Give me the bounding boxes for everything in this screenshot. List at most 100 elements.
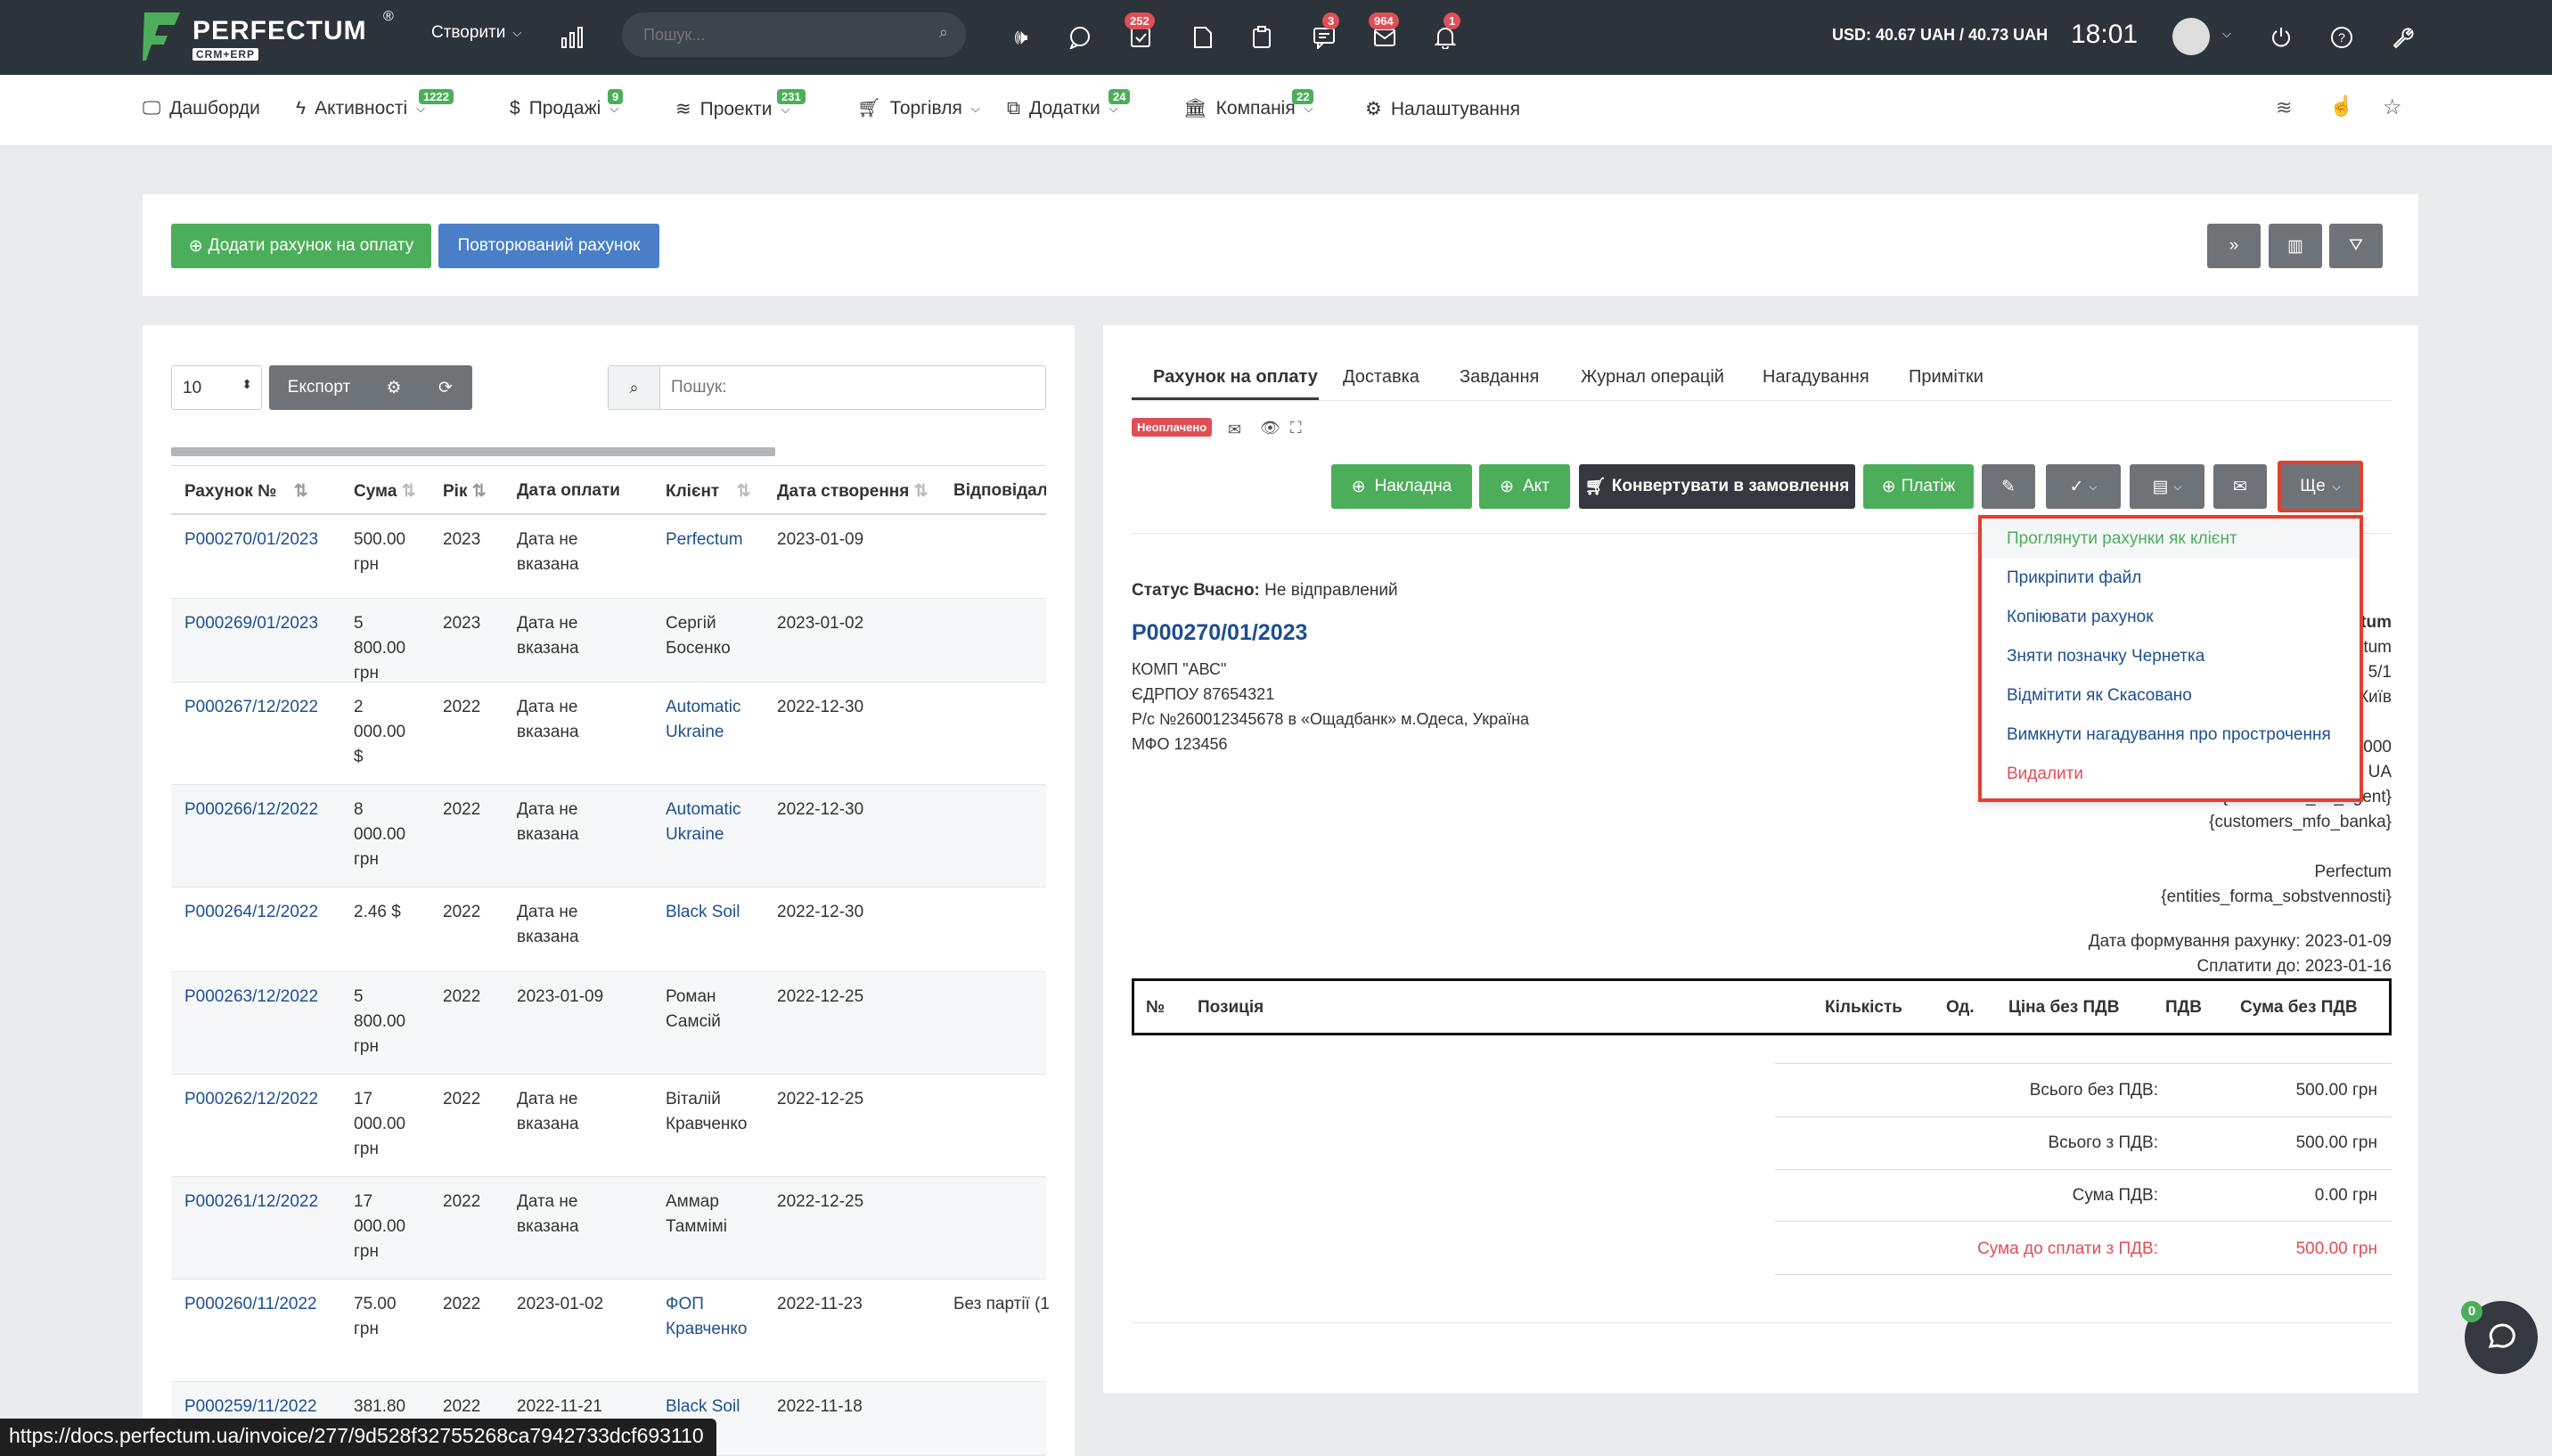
menu-mark-cancelled[interactable]: Відмітити як Скасовано: [2007, 686, 2192, 706]
invoice-number[interactable]: P000270/01/2023: [1132, 620, 1307, 646]
bar-chart-icon[interactable]: [558, 23, 586, 52]
tab-notes[interactable]: Примітки: [1909, 367, 1984, 388]
list-settings-button[interactable]: ⚙: [369, 365, 419, 410]
clipboard-icon[interactable]: [1247, 23, 1276, 52]
col-client[interactable]: Клієнт ⇅: [666, 481, 750, 502]
invoice-client-line: Ukraine: [666, 825, 724, 844]
logo-sub: CRM+ERP: [192, 48, 259, 61]
menu-copy-invoice[interactable]: Копіювати рахунок: [2007, 608, 2154, 627]
tabs-divider: [1132, 400, 2392, 401]
invoice-number-link[interactable]: P000269/01/2023: [184, 611, 318, 636]
invoice-paid-date-line: Дата не: [517, 530, 578, 549]
totals-line-3: [1775, 1221, 2392, 1222]
help-icon[interactable]: ?: [2327, 23, 2356, 52]
nav-trade[interactable]: 🛒︎ Торгівля ⌵: [857, 98, 980, 119]
invoice-client[interactable]: Black Soil: [666, 1395, 740, 1419]
logo[interactable]: PERFECTUM ® CRM+ERP: [143, 9, 401, 64]
payment-button[interactable]: ⊕ Платіж: [1863, 464, 1974, 509]
fullscreen-icon[interactable]: ⛶: [1290, 419, 1302, 438]
more-button[interactable]: Ще ⌵: [2278, 461, 2363, 512]
copy-icon: ⧉: [1007, 98, 1020, 119]
waybill-button[interactable]: ⊕ Накладна: [1331, 464, 1472, 509]
user-chevron-down-icon[interactable]: ⌵: [2222, 27, 2231, 41]
tab-tasks[interactable]: Завдання: [1460, 367, 1539, 388]
tab-delivery[interactable]: Доставка: [1343, 367, 1419, 388]
global-search[interactable]: ⌕: [622, 12, 966, 57]
nav-projects[interactable]: ≋ Проекти ⌵: [675, 98, 789, 120]
col-year[interactable]: Рік ⇅: [443, 481, 487, 502]
menu-unmark-draft[interactable]: Зняти позначку Чернетка: [2007, 647, 2204, 667]
global-search-input[interactable]: [643, 21, 911, 48]
export-button[interactable]: Експорт: [269, 365, 369, 410]
invoice-number-link[interactable]: P000261/12/2022: [184, 1190, 318, 1215]
invoice-number-link[interactable]: P000262/12/2022: [184, 1087, 318, 1112]
invoice-client[interactable]: Perfectum: [666, 528, 743, 552]
invoice-sum-line: 381.80: [354, 1397, 406, 1416]
announcement-icon[interactable]: 🕪: [1007, 23, 1035, 52]
act-button[interactable]: ⊕ Акт: [1479, 464, 1570, 509]
invoice-client[interactable]: Automatic Ukraine: [666, 695, 740, 745]
page-size-select[interactable]: 10 ⬍: [171, 365, 262, 410]
nav-dashboards[interactable]: 🖵 Дашборди: [143, 98, 260, 119]
nav-settings-label: Налаштування: [1390, 98, 1520, 119]
invoice-number-link[interactable]: P000266/12/2022: [184, 798, 318, 822]
horizontal-scrollbar[interactable]: [171, 447, 775, 456]
invoice-client[interactable]: Black Soil: [666, 900, 740, 925]
invoice-sum-line: 500.00: [354, 530, 406, 549]
wrench-icon[interactable]: [2388, 23, 2417, 52]
envelope-icon[interactable]: ✉: [1228, 421, 1241, 439]
tab-operations-log[interactable]: Журнал операцій: [1581, 367, 1724, 388]
invoice-number-link[interactable]: P000263/12/2022: [184, 985, 318, 1010]
document-icon[interactable]: [1189, 23, 1217, 52]
sort-icon: ⇅: [471, 482, 487, 501]
edit-button[interactable]: ✎: [1982, 464, 2035, 509]
eye-icon[interactable]: 👁︎: [1260, 419, 1280, 438]
nav-sales[interactable]: $ Продажі ⌵: [510, 98, 618, 119]
create-menu[interactable]: Створити ⌵: [431, 23, 521, 43]
invoice-paid-date-line: Дата не: [517, 800, 578, 819]
invoice-client[interactable]: Automatic Ukraine: [666, 798, 740, 847]
stats-button[interactable]: ▥: [2269, 224, 2322, 268]
col-invoice-number[interactable]: Рахунок № ⇅: [184, 481, 308, 502]
hand-icon[interactable]: ☝: [2329, 94, 2353, 118]
seller-line-partial-7: {customers_mfo_banka}: [2209, 813, 2392, 831]
col-responsible[interactable]: Відповідальн: [953, 481, 1046, 501]
convert-to-order-button[interactable]: 🛒︎ Конвертувати в замовлення: [1579, 464, 1855, 509]
list-search[interactable]: ⌕: [608, 365, 1046, 410]
col-sum[interactable]: Сума ⇅: [354, 481, 416, 502]
power-icon[interactable]: [2267, 23, 2295, 52]
pdf-dropdown-button[interactable]: ▤ ⌵: [2130, 464, 2204, 509]
email-button[interactable]: ✉: [2213, 464, 2267, 509]
invoice-number-link[interactable]: P000270/01/2023: [184, 528, 318, 552]
invoice-client-line: Віталій: [666, 1090, 721, 1108]
col-paid-date[interactable]: Дата оплати: [517, 481, 620, 501]
invoice-number-link[interactable]: P000260/11/2022: [184, 1292, 317, 1317]
tab-invoice[interactable]: Рахунок на оплату: [1153, 367, 1318, 388]
tab-reminders[interactable]: Нагадування: [1763, 367, 1869, 388]
invoice-client[interactable]: ФОП Кравченко: [666, 1292, 748, 1342]
filter-button[interactable]: ⛛: [2329, 224, 2383, 268]
invoice-number-link[interactable]: P000267/12/2022: [184, 695, 318, 720]
invoice-number-link[interactable]: P000264/12/2022: [184, 900, 318, 925]
menu-disable-overdue-reminders[interactable]: Вимкнути нагадування про прострочення: [2007, 725, 2331, 745]
nav-settings[interactable]: ⚙ Налаштування: [1365, 98, 1520, 120]
list-search-input[interactable]: [671, 375, 1027, 400]
stack-icon[interactable]: ≋: [2276, 96, 2292, 119]
approve-dropdown-button[interactable]: ✓ ⌵: [2046, 464, 2121, 509]
menu-attach-file[interactable]: Прикріпити файл: [2007, 568, 2141, 588]
nav-addons[interactable]: ⧉ Додатки ⌵: [1007, 98, 1118, 119]
star-icon[interactable]: ☆: [2383, 94, 2402, 120]
nav-activities[interactable]: ϟ Активності ⌵: [296, 98, 425, 119]
avatar[interactable]: [2172, 18, 2210, 55]
menu-view-as-client[interactable]: Проглянути рахунки як клієнт: [2007, 529, 2237, 549]
expand-button[interactable]: »: [2207, 224, 2261, 268]
refresh-button[interactable]: ⟳: [419, 365, 472, 410]
add-invoice-button[interactable]: ⊕ Додати рахунок на оплату: [171, 224, 431, 268]
col-created[interactable]: Дата створення ⇅: [777, 481, 928, 502]
menu-delete[interactable]: Видалити: [2007, 765, 2083, 784]
invoice-number-link[interactable]: P000259/11/2022: [184, 1395, 317, 1419]
chat-bubble-icon[interactable]: [1066, 23, 1094, 52]
invoice-sum-line: 17: [354, 1192, 373, 1211]
invoice-sum-line: 5: [354, 987, 364, 1006]
recurring-invoice-button[interactable]: Повторюваний рахунок: [438, 224, 659, 268]
